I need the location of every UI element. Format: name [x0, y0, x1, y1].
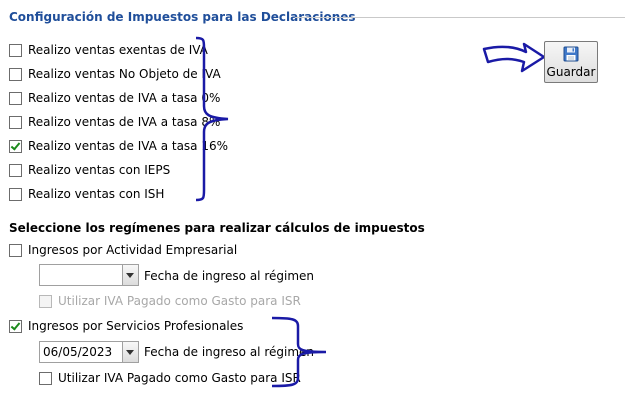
group-divider: [295, 17, 625, 18]
checkbox[interactable]: [9, 91, 22, 105]
checkbox[interactable]: [9, 115, 22, 129]
option-exentas[interactable]: Realizo ventas exentas de IVA: [9, 41, 208, 59]
business-date-label: Fecha de ingreso al régimen: [144, 269, 315, 283]
business-iva-label: Utilizar IVA Pagado como Gasto para ISR: [58, 294, 301, 308]
option-label: Realizo ventas con IEPS: [28, 163, 171, 177]
option-label: Realizo ventas con ISH: [28, 187, 165, 201]
regime-professional[interactable]: Ingresos por Servicios Profesionales: [9, 317, 243, 335]
option-label: Realizo ventas exentas de IVA: [28, 43, 208, 57]
business-date-dropdown-button[interactable]: [123, 264, 139, 286]
checkbox[interactable]: [9, 163, 22, 177]
business-date-combo[interactable]: [39, 264, 139, 286]
checkbox-disabled: [39, 294, 52, 308]
option-label: Realizo ventas No Objeto de IVA: [28, 67, 221, 81]
professional-date-input[interactable]: 06/05/2023: [39, 341, 123, 363]
regime-professional-label: Ingresos por Servicios Profesionales: [28, 319, 244, 333]
option-tasa-8[interactable]: Realizo ventas de IVA a tasa 8%: [9, 113, 220, 131]
floppy-disk-icon: [563, 46, 579, 62]
regime-business[interactable]: Ingresos por Actividad Empresarial: [9, 241, 237, 259]
checkbox[interactable]: [9, 243, 22, 257]
option-ish[interactable]: Realizo ventas con ISH: [9, 185, 164, 203]
checkbox[interactable]: [39, 371, 52, 385]
professional-iva-option[interactable]: Utilizar IVA Pagado como Gasto para ISR: [39, 369, 301, 387]
checkbox-checked[interactable]: [9, 139, 22, 153]
professional-date-dropdown-button[interactable]: [123, 341, 139, 363]
save-button[interactable]: Guardar: [544, 41, 598, 83]
brace-annotation-professional: [271, 316, 327, 388]
checkbox-checked[interactable]: [9, 319, 22, 333]
save-button-label: Guardar: [546, 65, 596, 79]
regimes-section-title: Seleccione los regímenes para realizar c…: [9, 221, 425, 235]
arrow-annotation: [482, 42, 546, 73]
option-no-objeto[interactable]: Realizo ventas No Objeto de IVA: [9, 65, 221, 83]
business-date-input[interactable]: [39, 264, 123, 286]
brace-annotation-sales: [195, 36, 229, 202]
checkbox[interactable]: [9, 187, 22, 201]
professional-date-combo[interactable]: 06/05/2023: [39, 341, 139, 363]
professional-iva-label: Utilizar IVA Pagado como Gasto para ISR: [58, 371, 301, 385]
option-ieps[interactable]: Realizo ventas con IEPS: [9, 161, 170, 179]
option-label: Realizo ventas de IVA a tasa 8%: [28, 115, 221, 129]
business-iva-option: Utilizar IVA Pagado como Gasto para ISR: [39, 292, 301, 310]
option-tasa-0[interactable]: Realizo ventas de IVA a tasa 0%: [9, 89, 220, 107]
checkbox[interactable]: [9, 43, 22, 57]
option-label: Realizo ventas de IVA a tasa 0%: [28, 91, 221, 105]
regime-business-label: Ingresos por Actividad Empresarial: [28, 243, 238, 257]
checkbox[interactable]: [9, 67, 22, 81]
